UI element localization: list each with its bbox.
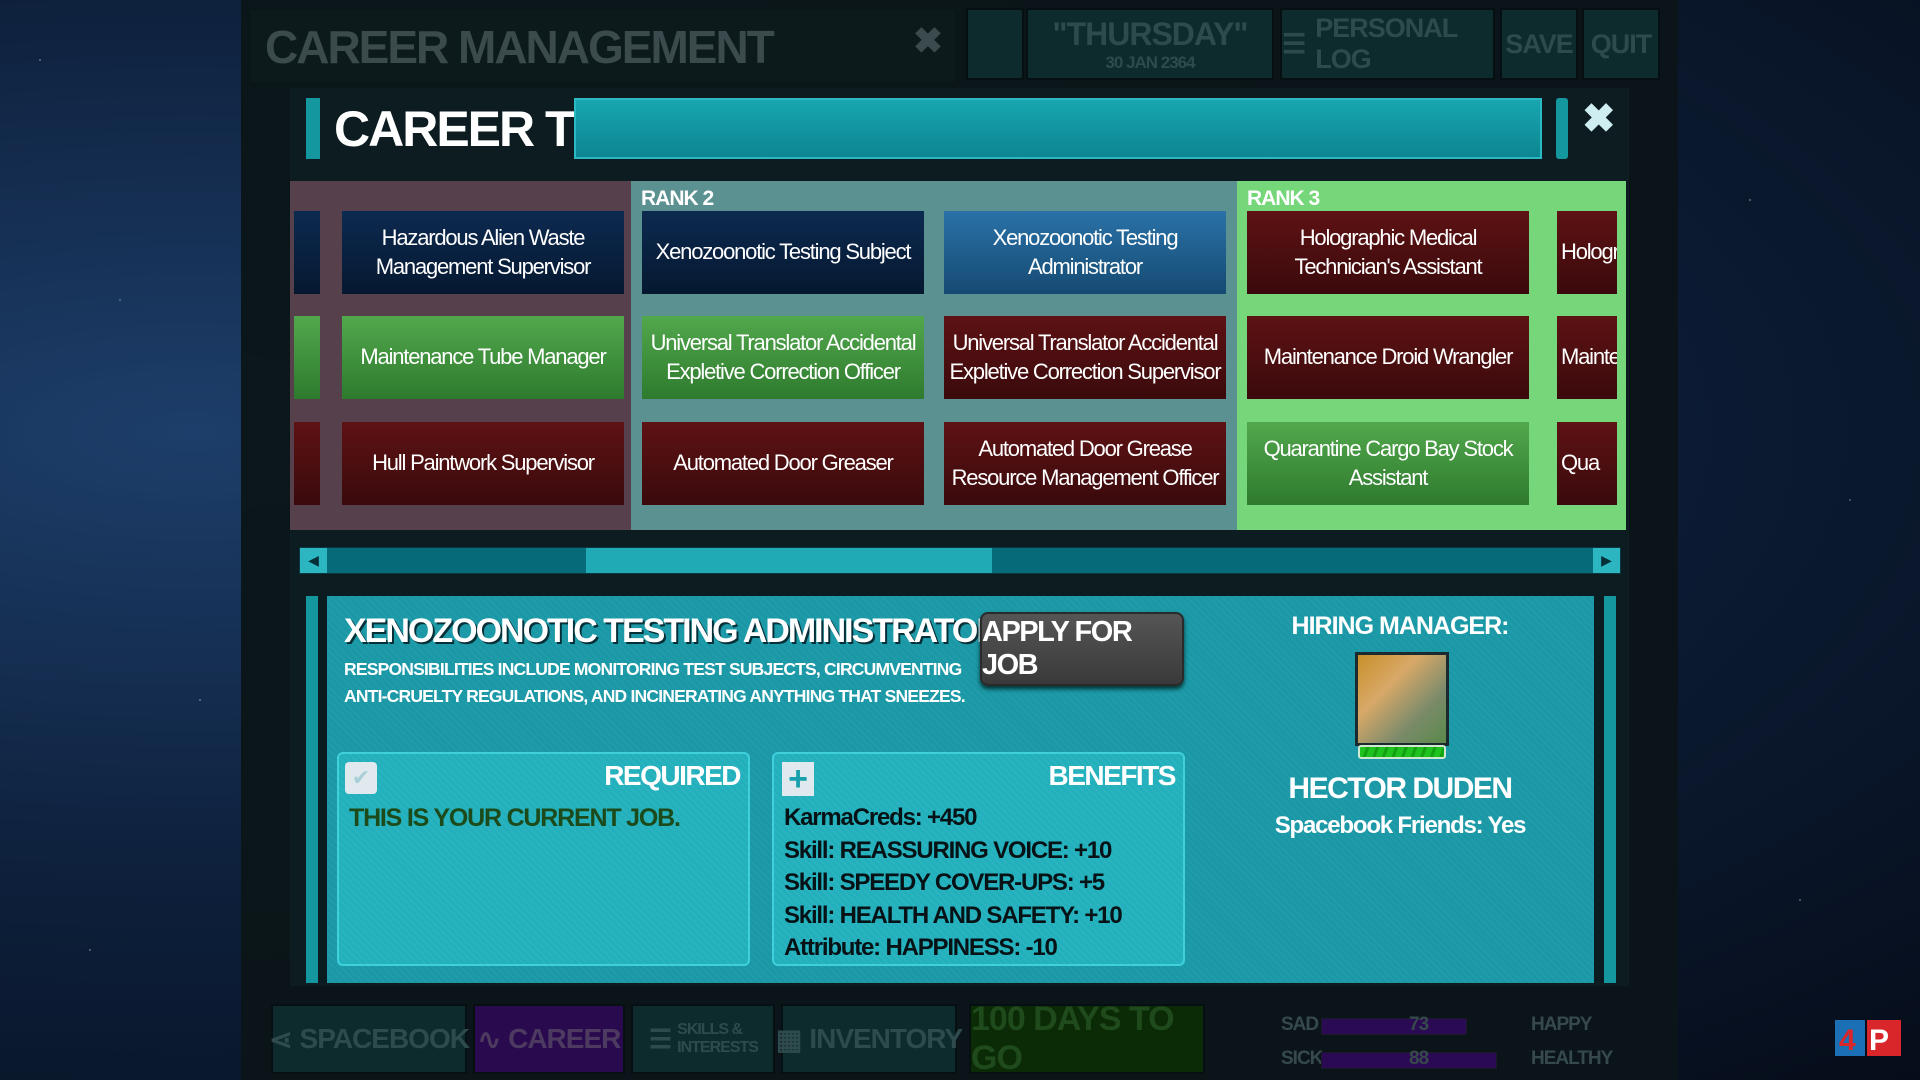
- title-bar-end: [1556, 98, 1568, 159]
- required-text: THIS IS YOUR CURRENT JOB.: [349, 804, 681, 832]
- job-card[interactable]: Holograpl: [1557, 211, 1617, 294]
- skills-interests-button[interactable]: ☰ SKILLS & INTERESTS: [631, 1004, 775, 1074]
- meter-right-label: HEALTHY: [1531, 1048, 1613, 1069]
- job-card[interactable]: Automated Door Grease Resource Managemen…: [944, 422, 1226, 505]
- rank-label: RANK 3: [1247, 187, 1320, 210]
- hiring-manager-label: HIRING MANAGER:: [1291, 612, 1510, 640]
- horizontal-scrollbar[interactable]: ◀ ▶: [299, 547, 1621, 574]
- personal-log-label: PERSONAL LOG: [1315, 13, 1458, 74]
- benefit-item: KarmaCreds: +450: [784, 804, 977, 831]
- job-card[interactable]: Quarantine Cargo Bay Stock Assistant: [1247, 422, 1529, 505]
- date-label: 30 JAN 2364: [1105, 52, 1195, 72]
- meter-right-label: HAPPY: [1531, 1014, 1592, 1035]
- career-label: CAREER: [508, 1023, 621, 1054]
- job-card[interactable]: Hull Paintwork Supervisor: [342, 422, 624, 505]
- benefits-box: + BENEFITS KarmaCreds: +450 Skill: REASS…: [772, 752, 1185, 966]
- job-card[interactable]: Holographic Medical Technician's Assista…: [1247, 211, 1529, 294]
- inventory-label: INVENTORY: [809, 1023, 963, 1054]
- rank-column: RANK 2 Xenozoonotic Testing Subject Xenozo…: [631, 181, 1237, 530]
- job-card[interactable]: Xenozoonotic Testing Subject: [642, 211, 924, 294]
- rank-label: RANK 2: [641, 187, 714, 210]
- benefit-item: Attribute: HAPPINESS: -10: [784, 934, 1058, 961]
- scroll-right-icon[interactable]: ▶: [1593, 548, 1620, 573]
- plus-icon: +: [782, 762, 814, 796]
- scrollbar-thumb[interactable]: [585, 548, 992, 573]
- job-card[interactable]: Automated Door Greaser: [642, 422, 924, 505]
- required-label: REQUIRED: [604, 760, 741, 791]
- job-card[interactable]: [294, 211, 320, 294]
- job-card[interactable]: Maintenance Droid Wrangler: [1247, 316, 1529, 399]
- job-card[interactable]: Xenozoonotic Testing Administrator: [944, 211, 1226, 294]
- manager-name: HECTOR DUDEN: [1288, 772, 1513, 805]
- career-management-title: CAREER MANAGEMENT: [265, 21, 775, 73]
- top-bar-spacer: [966, 8, 1024, 80]
- manager-friends-status: Spacebook Friends: Yes: [1274, 812, 1527, 839]
- share-icon: ⋖: [269, 1023, 292, 1055]
- job-card[interactable]: Mainte: [1557, 316, 1617, 399]
- title-bar-accent: [574, 98, 1542, 159]
- benefit-item: Skill: HEALTH AND SAFETY: +10: [784, 901, 1123, 929]
- personal-log-button[interactable]: ☰ PERSONAL LOG: [1280, 8, 1495, 80]
- days-remaining: 100 DAYS TO GO: [969, 1000, 1205, 1077]
- panel-edge-right: [1604, 596, 1616, 983]
- job-card[interactable]: Qua: [1557, 422, 1617, 505]
- skills-label: SKILLS & INTERESTS: [677, 1021, 759, 1056]
- job-card[interactable]: Hazardous Alien Waste Management Supervi…: [342, 211, 624, 294]
- svg-text:4: 4: [1839, 1024, 1856, 1057]
- rank-column: RANK 3 Holographic Medical Technician's A…: [1237, 181, 1626, 530]
- apply-for-job-button[interactable]: APPLY FOR JOB: [980, 612, 1184, 686]
- job-card[interactable]: [294, 316, 320, 399]
- spacebook-label: SPACEBOOK: [299, 1023, 470, 1054]
- rank-column: Hazardous Alien Waste Management Supervi…: [290, 181, 631, 530]
- meter-bar: [1321, 1018, 1467, 1035]
- list-icon: ☰: [1282, 28, 1306, 59]
- career-button[interactable]: ∿ CAREER: [473, 1004, 625, 1074]
- job-title: XENOZOONOTIC TESTING ADMINISTRATOR: [344, 612, 1001, 650]
- close-icon[interactable]: ✖: [1582, 96, 1616, 142]
- grid-icon: ▦: [775, 1023, 802, 1055]
- job-card[interactable]: Universal Translator Accidental Expletiv…: [642, 316, 924, 399]
- close-icon[interactable]: ✖: [913, 20, 943, 62]
- date-display: "THURSDAY" 30 JAN 2364: [1026, 8, 1274, 80]
- save-button[interactable]: SAVE: [1500, 8, 1578, 80]
- required-box: ✔ REQUIRED THIS IS YOUR CURRENT JOB.: [337, 752, 750, 966]
- list-icon: ☰: [648, 1023, 672, 1054]
- meter-left-label: SAD: [1281, 1014, 1319, 1035]
- manager-relationship-bar: [1358, 745, 1446, 759]
- job-description: RESPONSIBILITIES INCLUDE MONITORING TEST…: [344, 659, 966, 706]
- meter-left-label: SICK: [1281, 1048, 1323, 1069]
- svg-text:P: P: [1869, 1024, 1889, 1057]
- job-card[interactable]: Maintenance Tube Manager: [342, 316, 624, 399]
- spacebook-button[interactable]: ⋖ SPACEBOOK: [269, 1004, 470, 1074]
- scroll-left-icon[interactable]: ◀: [300, 548, 327, 573]
- meter-value: 73: [1409, 1014, 1429, 1035]
- checkmark-icon: ✔: [345, 762, 377, 794]
- career-management-header: CAREER MANAGEMENT ✖: [251, 10, 955, 82]
- bottom-nav: ⋖ SPACEBOOK ∿ CAREER ☰ SKILLS & INTERESTS ▦…: [251, 1000, 1651, 1080]
- manager-avatar[interactable]: [1355, 652, 1449, 746]
- benefits-list: KarmaCreds: +450 Skill: REASSURING VOICE…: [784, 802, 1123, 965]
- panel-edge-left: [306, 596, 318, 983]
- career-path-icon: ∿: [477, 1023, 501, 1055]
- inventory-button[interactable]: ▦ INVENTORY: [776, 1004, 963, 1074]
- quit-button[interactable]: QUIT: [1582, 8, 1660, 80]
- benefit-item: Skill: REASSURING VOICE: +10: [784, 836, 1112, 864]
- benefit-item: Skill: SPEEDY COVER-UPS: +5: [784, 869, 1105, 896]
- job-card[interactable]: Universal Translator Accidental Expletiv…: [944, 316, 1226, 399]
- meter-value: 88: [1409, 1048, 1429, 1069]
- job-card[interactable]: [294, 422, 320, 505]
- benefits-label: BENEFITS: [1048, 760, 1177, 791]
- day-label: "THURSDAY": [1052, 15, 1248, 52]
- watermark-logo: P4: [1835, 1020, 1901, 1057]
